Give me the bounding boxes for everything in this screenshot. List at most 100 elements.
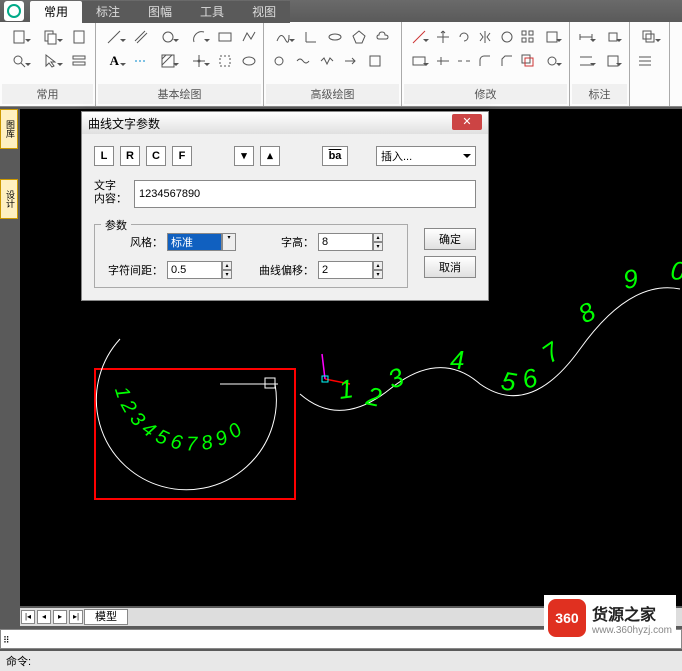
ellipse2-button[interactable] bbox=[324, 26, 346, 48]
ok-button[interactable]: 确定 bbox=[424, 228, 476, 250]
dim-edit-button[interactable] bbox=[574, 50, 599, 72]
ellipse-button[interactable] bbox=[238, 50, 259, 72]
align-center-button[interactable]: C bbox=[146, 146, 166, 166]
spacing-up-button[interactable]: ▴ bbox=[222, 261, 232, 270]
nav-first-button[interactable]: |◂ bbox=[21, 610, 35, 624]
cloud-button[interactable] bbox=[372, 26, 394, 48]
height-down-button[interactable]: ▾ bbox=[373, 242, 383, 251]
text-button[interactable]: A bbox=[100, 50, 129, 72]
curve-text-dialog: 曲线文字参数 ✕ L R C F ▾ ▴ ba 插入... 文字 内容： 参数 bbox=[81, 111, 489, 301]
zigzag-button[interactable] bbox=[316, 50, 338, 72]
explode-icon bbox=[544, 53, 560, 69]
spacing-down-button[interactable]: ▾ bbox=[222, 270, 232, 279]
break-button[interactable] bbox=[455, 50, 474, 72]
cancel-button[interactable]: 取消 bbox=[424, 256, 476, 278]
array-button[interactable] bbox=[518, 26, 537, 48]
select-button[interactable] bbox=[36, 50, 66, 72]
close-button[interactable]: ✕ bbox=[452, 114, 482, 130]
layers-icon bbox=[641, 29, 657, 45]
sidebar-item-1[interactable]: 图库 bbox=[0, 109, 18, 149]
dim-style-button[interactable] bbox=[601, 50, 626, 72]
offset-down-button[interactable]: ▾ bbox=[373, 270, 383, 279]
new-file-button[interactable] bbox=[4, 26, 34, 48]
overline-button[interactable]: ba bbox=[322, 146, 348, 166]
offset-up-button[interactable]: ▴ bbox=[373, 261, 383, 270]
insert-dropdown[interactable]: 插入... bbox=[376, 146, 476, 166]
direction-up-button[interactable]: ▴ bbox=[260, 146, 280, 166]
nav-prev-button[interactable]: ◂ bbox=[37, 610, 51, 624]
sidebar-item-2[interactable]: 设计 bbox=[0, 179, 18, 219]
rotate-button[interactable] bbox=[455, 26, 474, 48]
scale-button[interactable] bbox=[497, 26, 516, 48]
parallel-button[interactable] bbox=[131, 26, 152, 48]
angle-icon bbox=[303, 29, 319, 45]
svg-text:6: 6 bbox=[519, 362, 541, 395]
arc-icon bbox=[191, 29, 207, 45]
text-content-label: 文字 内容： bbox=[94, 180, 134, 206]
move-button[interactable] bbox=[434, 26, 453, 48]
text-content-input[interactable] bbox=[134, 180, 476, 208]
copy-icon bbox=[43, 29, 59, 45]
clipboard-icon bbox=[71, 29, 87, 45]
offset-button[interactable] bbox=[518, 50, 537, 72]
region-button[interactable] bbox=[215, 50, 236, 72]
tab-annotate[interactable]: 标注 bbox=[82, 1, 134, 23]
extra1-button[interactable] bbox=[634, 26, 664, 48]
gear-button[interactable] bbox=[268, 50, 290, 72]
style-input[interactable] bbox=[167, 233, 222, 251]
extra2-button[interactable] bbox=[634, 50, 656, 72]
dim-align-button[interactable] bbox=[601, 26, 626, 48]
circle-button[interactable] bbox=[154, 26, 183, 48]
polygon-button[interactable] bbox=[348, 26, 370, 48]
align-fit-button[interactable]: F bbox=[172, 146, 192, 166]
chamfer-button[interactable] bbox=[497, 50, 516, 72]
spacing-input[interactable] bbox=[167, 261, 222, 279]
more-modify-button[interactable] bbox=[539, 26, 565, 48]
tab-tools[interactable]: 工具 bbox=[186, 1, 238, 23]
trim-button[interactable] bbox=[406, 50, 432, 72]
polyline-button[interactable] bbox=[238, 26, 259, 48]
point-button[interactable] bbox=[184, 50, 213, 72]
dim-linear-button[interactable] bbox=[574, 26, 599, 48]
arrow-button[interactable] bbox=[340, 50, 362, 72]
nav-last-button[interactable]: ▸| bbox=[69, 610, 83, 624]
svg-text:1: 1 bbox=[337, 373, 356, 405]
align-right-button[interactable]: R bbox=[120, 146, 140, 166]
height-input[interactable] bbox=[318, 233, 373, 251]
block-button[interactable] bbox=[364, 50, 386, 72]
arc-button[interactable] bbox=[184, 26, 213, 48]
fillet-button[interactable] bbox=[476, 50, 495, 72]
style-dropdown-button[interactable]: ▾ bbox=[222, 233, 236, 251]
nav-next-button[interactable]: ▸ bbox=[53, 610, 67, 624]
tab-view[interactable]: 视图 bbox=[238, 1, 290, 23]
paste-button[interactable] bbox=[68, 26, 90, 48]
measure-button[interactable] bbox=[406, 26, 432, 48]
angle-button[interactable] bbox=[300, 26, 322, 48]
tab-common[interactable]: 常用 bbox=[30, 1, 82, 23]
dialog-titlebar[interactable]: 曲线文字参数 ✕ bbox=[82, 112, 488, 134]
line-button[interactable] bbox=[100, 26, 129, 48]
copy-button[interactable] bbox=[36, 26, 66, 48]
oval-icon bbox=[327, 29, 343, 45]
resize-grip-icon[interactable]: ⠿ bbox=[3, 635, 10, 646]
scale-icon bbox=[499, 29, 515, 45]
props-button[interactable] bbox=[68, 50, 90, 72]
wave-button[interactable] bbox=[292, 50, 314, 72]
direction-down-button[interactable]: ▾ bbox=[234, 146, 254, 166]
align-left-button[interactable]: L bbox=[94, 146, 114, 166]
explode-button[interactable] bbox=[539, 50, 565, 72]
construction-button[interactable] bbox=[131, 50, 152, 72]
model-tab[interactable]: 模型 bbox=[84, 609, 128, 625]
mirror-button[interactable] bbox=[476, 26, 495, 48]
offset-input[interactable] bbox=[318, 261, 373, 279]
polyline-icon bbox=[241, 29, 257, 45]
tab-sheet[interactable]: 图幅 bbox=[134, 1, 186, 23]
extend-button[interactable] bbox=[434, 50, 453, 72]
spline-button[interactable] bbox=[268, 26, 298, 48]
height-up-button[interactable]: ▴ bbox=[373, 233, 383, 242]
hatch-button[interactable] bbox=[154, 50, 183, 72]
rect-button[interactable] bbox=[215, 26, 236, 48]
text-icon: A bbox=[110, 53, 119, 69]
zoom-button[interactable] bbox=[4, 50, 34, 72]
command-line[interactable]: 命令: bbox=[0, 651, 682, 671]
